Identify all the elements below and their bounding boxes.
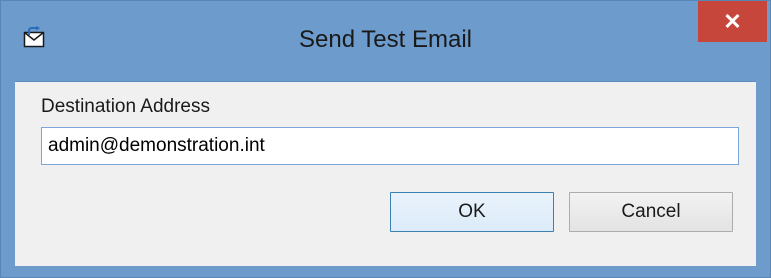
- close-button[interactable]: ✕: [698, 1, 767, 42]
- dialog-title: Send Test Email: [299, 26, 472, 53]
- destination-address-label: Destination Address: [41, 96, 210, 117]
- title-bar[interactable]: Send Test Email ✕: [1, 1, 770, 81]
- ok-button[interactable]: OK: [390, 192, 554, 232]
- cancel-button[interactable]: Cancel: [569, 192, 733, 232]
- dialog-body: Destination Address OK Cancel: [15, 81, 756, 266]
- send-test-email-dialog: Send Test Email ✕ Destination Address OK…: [0, 0, 771, 278]
- destination-address-input[interactable]: [41, 127, 739, 165]
